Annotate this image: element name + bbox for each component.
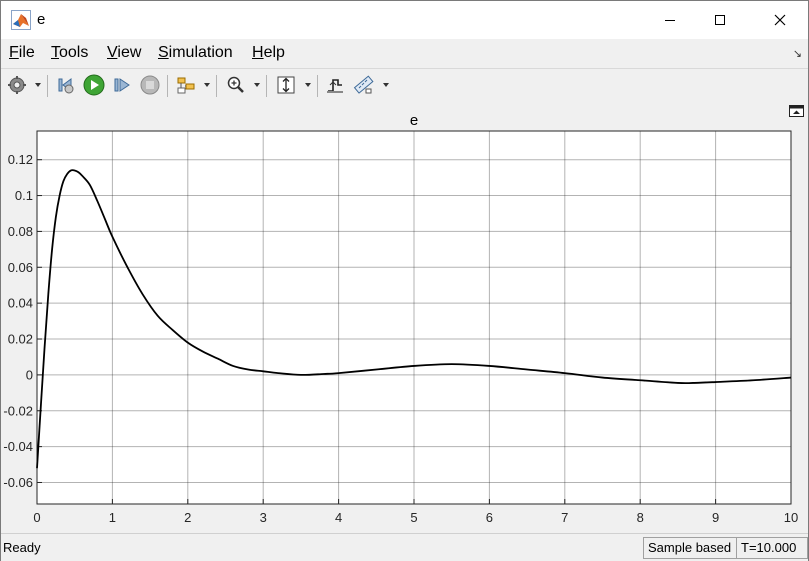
zoom-icon <box>227 76 244 93</box>
autoscale-button[interactable] <box>275 74 297 96</box>
stop-button[interactable] <box>139 74 161 96</box>
stop-icon <box>140 75 160 95</box>
y-tick-label: 0.1 <box>15 188 33 203</box>
measurements-icon <box>353 75 374 94</box>
triggers-icon <box>327 79 343 93</box>
maximize-button[interactable] <box>697 1 743 39</box>
settings-icon <box>8 76 26 94</box>
minimize-button[interactable] <box>647 1 693 39</box>
y-tick-label: 0.04 <box>8 296 33 311</box>
x-tick-label: 10 <box>784 510 798 525</box>
simulation-time-indicator: T=10.000 <box>736 537 808 559</box>
measurements-dropdown-icon[interactable] <box>383 83 389 87</box>
menu-view[interactable]: View <box>107 44 141 62</box>
highlight-block-button[interactable] <box>175 74 197 96</box>
sample-mode-indicator: Sample based <box>643 537 741 559</box>
x-tick-label: 0 <box>33 510 40 525</box>
x-tick-label: 6 <box>486 510 493 525</box>
measurements-button[interactable] <box>353 74 375 96</box>
menu-bar: File Tools View Simulation Help ↘ <box>1 39 808 67</box>
y-tick-label: -0.06 <box>3 475 33 490</box>
settings-button[interactable] <box>6 74 28 96</box>
x-tick-label: 2 <box>184 510 191 525</box>
scope-window: e File Tools View Simulation Help ↘ 0 1 … <box>0 0 809 561</box>
y-tick-label: -0.04 <box>3 439 33 454</box>
x-tick-label: 5 <box>410 510 417 525</box>
toolbar-separator <box>317 75 318 97</box>
maximize-icon <box>715 15 725 25</box>
close-button[interactable] <box>757 1 803 39</box>
y-tick-label: 0.12 <box>8 152 33 167</box>
menu-file[interactable]: File <box>9 44 35 62</box>
menu-simulation[interactable]: Simulation <box>158 44 233 62</box>
triggers-button[interactable] <box>324 74 346 96</box>
toolbar-separator <box>216 75 217 97</box>
menu-dock-arrow-icon[interactable]: ↘ <box>793 47 802 60</box>
toolbar-separator <box>167 75 168 97</box>
toolbar-separator <box>47 75 48 97</box>
highlight-block-icon <box>177 77 195 94</box>
run-button[interactable] <box>83 74 105 96</box>
undock-axes-icon[interactable] <box>789 105 804 117</box>
autoscale-icon <box>277 76 295 94</box>
menu-tools[interactable]: Tools <box>51 44 88 62</box>
toolbar-separator <box>266 75 267 97</box>
x-tick-label: 1 <box>109 510 116 525</box>
x-tick-label: 9 <box>712 510 719 525</box>
x-tick-label: 8 <box>637 510 644 525</box>
x-tick-label: 3 <box>260 510 267 525</box>
plot-area: 0 1 2 3 4 5 6 7 8 9 10 -0.06 -0.04 -0.02 0 0.02 0.04 0.06… <box>1 102 808 532</box>
step-back-icon <box>58 78 74 94</box>
matlab-logo-icon <box>11 10 31 30</box>
chart-title: e <box>410 112 418 129</box>
minimize-icon <box>665 20 675 21</box>
zoom-button[interactable] <box>225 74 247 96</box>
window-title: e <box>37 11 46 28</box>
y-tick-label: 0.02 <box>8 332 33 347</box>
step-forward-icon <box>114 78 130 92</box>
settings-dropdown-icon[interactable] <box>35 83 41 87</box>
y-tick-label: 0.06 <box>8 260 33 275</box>
close-icon <box>774 14 786 26</box>
step-forward-button[interactable] <box>111 74 133 96</box>
title-bar[interactable]: e <box>1 1 808 39</box>
y-tick-label: 0.08 <box>8 224 33 239</box>
status-bar: Ready Sample based T=10.000 <box>1 533 808 561</box>
run-icon <box>83 74 105 96</box>
scope-chart[interactable]: 0 1 2 3 4 5 6 7 8 9 10 -0.06 -0.04 -0.02 0 0.02 0.04 0.06… <box>1 102 808 532</box>
x-tick-label: 4 <box>335 510 342 525</box>
menu-help[interactable]: Help <box>252 44 285 62</box>
status-text: Ready <box>3 540 41 555</box>
zoom-dropdown-icon[interactable] <box>254 83 260 87</box>
y-tick-label: -0.02 <box>3 403 33 418</box>
autoscale-dropdown-icon[interactable] <box>305 83 311 87</box>
toolbar <box>1 68 808 103</box>
step-back-button[interactable] <box>55 74 77 96</box>
y-tick-label: 0 <box>26 367 33 382</box>
x-tick-label: 7 <box>561 510 568 525</box>
highlight-dropdown-icon[interactable] <box>204 83 210 87</box>
